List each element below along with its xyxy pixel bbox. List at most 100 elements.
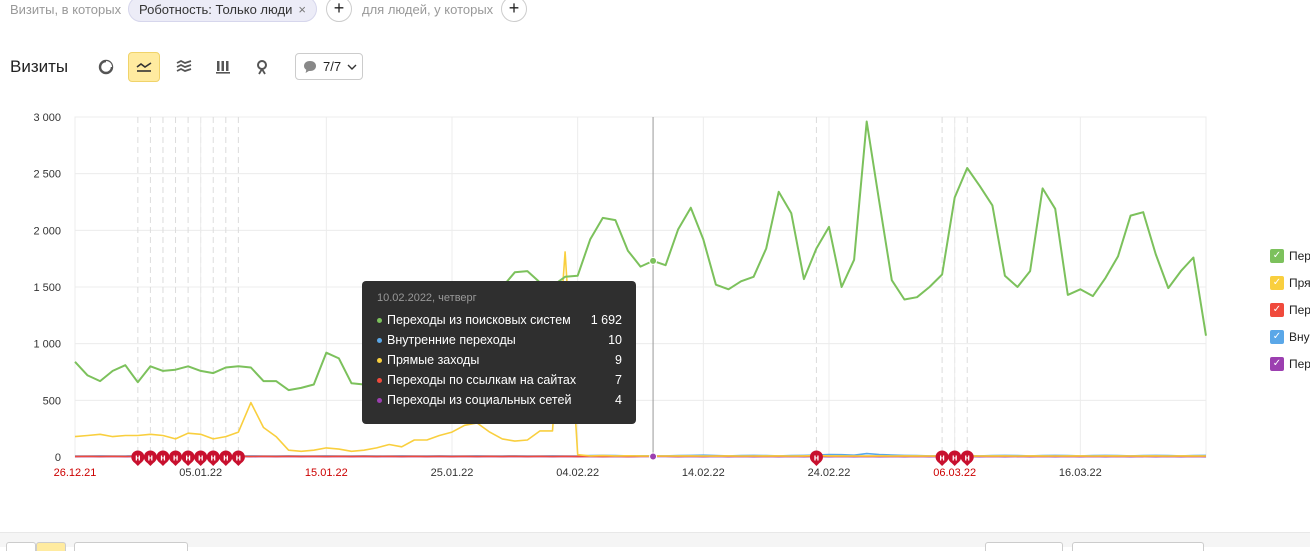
holiday-marker[interactable]: н	[961, 451, 974, 467]
add-visit-condition-button[interactable]: +	[326, 0, 352, 22]
tooltip-row: Переходы из поисковых систем1 692	[377, 310, 622, 330]
series-dot-icon	[377, 318, 382, 323]
add-user-condition-button[interactable]: +	[501, 0, 527, 22]
chart-tooltip: 10.02.2022, четверг Переходы из поисковы…	[362, 281, 636, 424]
holiday-marker[interactable]: н	[156, 451, 169, 467]
holiday-marker-label: н	[160, 453, 165, 463]
holiday-marker[interactable]: н	[219, 451, 232, 467]
filter-chip-robots[interactable]: Роботность: Только люди ×	[128, 0, 317, 22]
annotations-count: 7/7	[323, 59, 341, 74]
tooltip-series-value: 7	[615, 373, 622, 387]
chevron-down-icon	[346, 61, 358, 73]
legend-label: Вну	[1289, 330, 1310, 344]
map-view-button[interactable]	[246, 52, 278, 82]
pie-chart-icon	[97, 58, 115, 76]
checkbox-icon[interactable]: ✓	[1270, 357, 1284, 371]
checkbox-icon[interactable]: ✓	[1270, 330, 1284, 344]
holiday-marker[interactable]: н	[169, 451, 182, 467]
pie-chart-view-button[interactable]	[90, 52, 122, 82]
tooltip-series-name: Переходы из поисковых систем	[387, 313, 591, 327]
toolbar-toggle-left[interactable]	[6, 542, 36, 551]
checkbox-icon[interactable]: ✓	[1270, 303, 1284, 317]
series-line	[75, 252, 1206, 456]
close-icon[interactable]: ×	[298, 2, 306, 17]
y-tick-label: 500	[43, 395, 61, 407]
segment-filter-bar: Визиты, в которых Роботность: Только люд…	[0, 0, 1310, 24]
holiday-marker-label: н	[965, 453, 970, 463]
x-tick-label: 16.03.22	[1059, 467, 1102, 479]
bar-chart-view-button[interactable]	[207, 52, 239, 82]
holiday-marker-label: н	[952, 453, 957, 463]
table-toolbar	[0, 532, 1310, 547]
hover-point	[650, 257, 657, 264]
tooltip-row: Переходы по ссылкам на сайтах7	[377, 370, 622, 390]
holiday-marker[interactable]: н	[131, 451, 144, 467]
holiday-marker-label: н	[211, 453, 216, 463]
legend-item[interactable]: ✓ Пер	[1270, 242, 1310, 269]
tooltip-series-value: 4	[615, 393, 622, 407]
bar-chart-icon	[214, 58, 232, 76]
legend-label: Пер	[1289, 303, 1310, 317]
tooltip-series-value: 10	[608, 333, 622, 347]
x-tick-label: 05.01.22	[179, 467, 222, 479]
visits-line-chart[interactable]: 05001 0001 5002 0002 5003 00026.12.2105.…	[0, 108, 1310, 488]
tooltip-series-name: Переходы из социальных сетей	[387, 393, 615, 407]
checkbox-icon[interactable]: ✓	[1270, 276, 1284, 290]
tooltip-rows: Переходы из поисковых систем1 692Внутрен…	[377, 310, 622, 410]
chart-legend: ✓ Пер ✓ Пря ✓ Пер ✓ Вну ✓ Пер	[1270, 242, 1310, 377]
tooltip-series-name: Переходы по ссылкам на сайтах	[387, 373, 615, 387]
toolbar-toggle-active[interactable]	[36, 542, 66, 551]
y-tick-label: 1 000	[33, 339, 61, 351]
holiday-marker-label: н	[814, 453, 819, 463]
series-dot-icon	[377, 338, 382, 343]
legend-item[interactable]: ✓ Пер	[1270, 350, 1310, 377]
x-tick-label: 06.03.22	[933, 467, 976, 479]
legend-label: Пер	[1289, 357, 1310, 371]
toolbar-button-right-1[interactable]	[985, 542, 1063, 551]
legend-item[interactable]: ✓ Вну	[1270, 323, 1310, 350]
holiday-marker[interactable]: н	[232, 451, 245, 467]
legend-item[interactable]: ✓ Пер	[1270, 296, 1310, 323]
map-pin-icon	[253, 58, 271, 76]
holiday-marker[interactable]: н	[194, 451, 207, 467]
tooltip-date: 10.02.2022, четверг	[377, 292, 622, 304]
holiday-marker-label: н	[148, 453, 153, 463]
holiday-marker-label: н	[939, 453, 944, 463]
tooltip-row: Переходы из социальных сетей4	[377, 390, 622, 410]
comment-icon	[302, 59, 318, 75]
x-tick-label: 24.02.22	[808, 467, 851, 479]
area-chart-view-button[interactable]	[168, 52, 200, 82]
holiday-marker[interactable]: н	[182, 451, 195, 467]
y-tick-label: 0	[55, 452, 61, 464]
holiday-marker[interactable]: н	[207, 451, 220, 467]
y-tick-label: 3 000	[33, 112, 61, 124]
x-tick-label: 14.02.22	[682, 467, 725, 479]
holiday-marker[interactable]: н	[948, 451, 961, 467]
x-tick-label: 26.12.21	[54, 467, 97, 479]
tooltip-row: Внутренние переходы10	[377, 330, 622, 350]
holiday-marker-label: н	[185, 453, 190, 463]
filter-chip-label: Роботность: Только люди	[139, 2, 292, 17]
legend-item[interactable]: ✓ Пря	[1270, 269, 1310, 296]
holiday-marker-label: н	[236, 453, 241, 463]
holiday-marker-label: н	[135, 453, 140, 463]
filter-middle-text: для людей, у которых	[362, 2, 493, 17]
legend-label: Пря	[1289, 276, 1310, 290]
tooltip-row: Прямые заходы9	[377, 350, 622, 370]
toolbar-button[interactable]	[74, 542, 188, 551]
checkbox-icon[interactable]: ✓	[1270, 249, 1284, 263]
holiday-marker[interactable]: н	[144, 451, 157, 467]
hover-point	[650, 453, 657, 460]
legend-label: Пер	[1289, 249, 1310, 263]
line-chart-icon	[135, 58, 153, 76]
holiday-marker[interactable]: н	[810, 451, 823, 467]
series-dot-icon	[377, 378, 382, 383]
x-tick-label: 15.01.22	[305, 467, 348, 479]
page-title: Визиты	[10, 57, 68, 77]
annotations-dropdown[interactable]: 7/7	[295, 53, 363, 80]
line-chart-view-button[interactable]	[128, 52, 160, 82]
toolbar-button-right-2[interactable]	[1072, 542, 1204, 551]
area-chart-icon	[175, 58, 193, 76]
holiday-marker[interactable]: н	[936, 451, 949, 467]
x-tick-label: 25.01.22	[431, 467, 474, 479]
